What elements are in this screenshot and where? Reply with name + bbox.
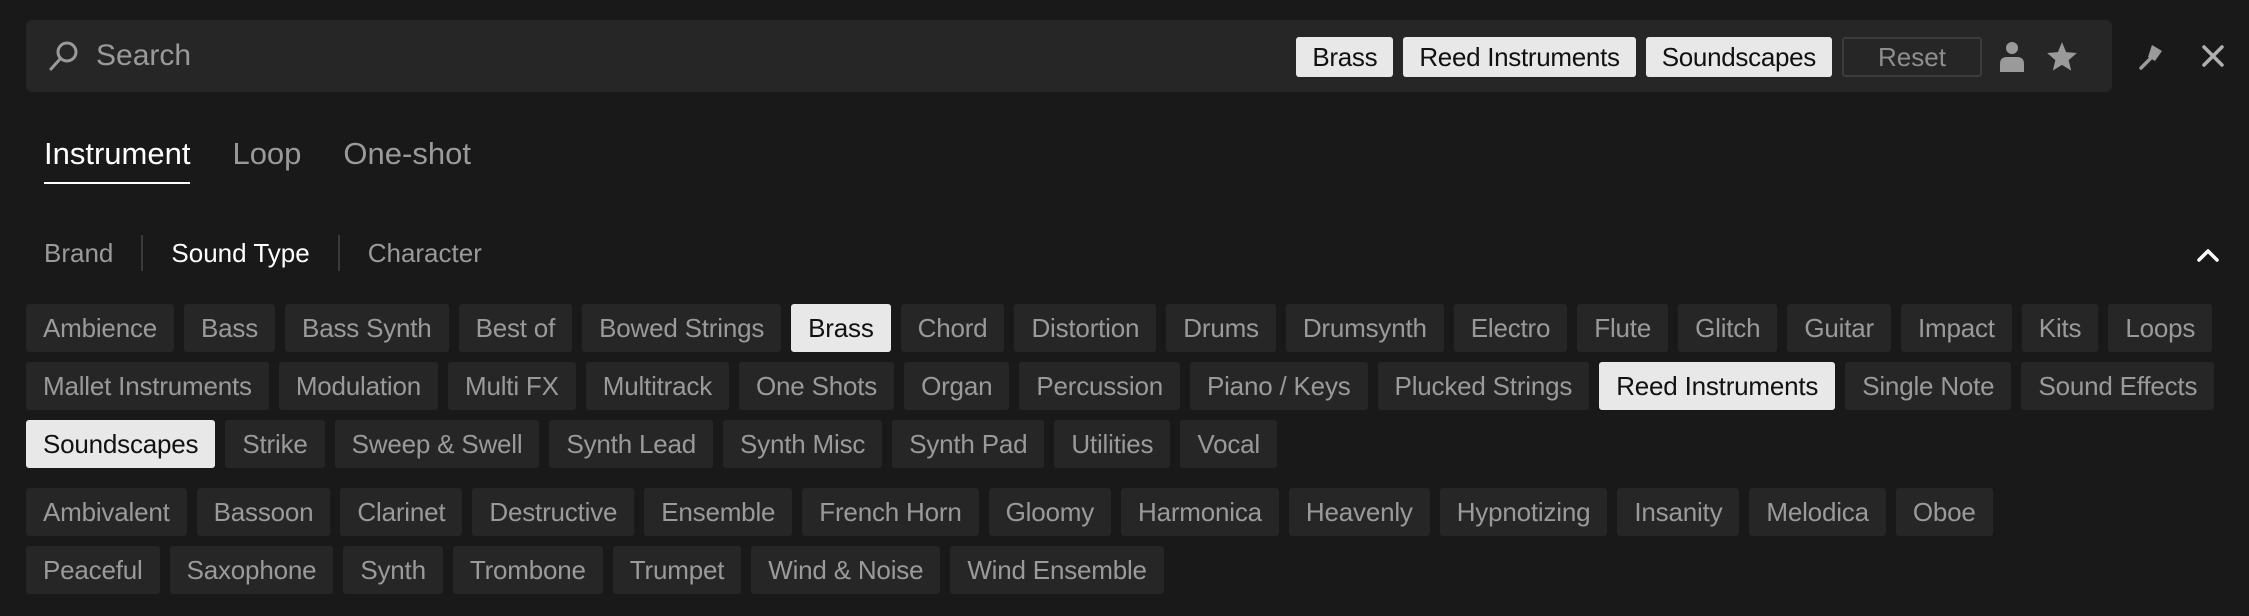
tag-modulation[interactable]: Modulation [278, 362, 439, 410]
tag-best-of[interactable]: Best of [458, 304, 573, 352]
active-filter-chip[interactable]: Reed Instruments [1403, 37, 1636, 77]
tag-clarinet[interactable]: Clarinet [340, 488, 463, 536]
tag-chord[interactable]: Chord [900, 304, 1005, 352]
content-type-tabs: Instrument Loop One-shot [44, 136, 471, 184]
tag-glitch[interactable]: Glitch [1678, 304, 1778, 352]
chevron-up-icon[interactable] [2193, 240, 2223, 270]
tag-ambivalent[interactable]: Ambivalent [26, 488, 187, 536]
tag-mallet-instruments[interactable]: Mallet Instruments [26, 362, 269, 410]
tag-sound-effects[interactable]: Sound Effects [2021, 362, 2215, 410]
active-filter-chip[interactable]: Soundscapes [1645, 37, 1832, 77]
tag-heavenly[interactable]: Heavenly [1288, 488, 1430, 536]
tag-synth-lead[interactable]: Synth Lead [549, 420, 714, 468]
tag-guitar[interactable]: Guitar [1787, 304, 1891, 352]
tag-impact[interactable]: Impact [1900, 304, 2012, 352]
tag-distortion[interactable]: Distortion [1014, 304, 1157, 352]
tag-synth[interactable]: Synth [343, 546, 443, 594]
tag-wind-ensemble[interactable]: Wind Ensemble [950, 546, 1164, 594]
tag-saxophone[interactable]: Saxophone [169, 546, 334, 594]
subtab-sound-type[interactable]: Sound Type [171, 238, 309, 269]
tag-oboe[interactable]: Oboe [1895, 488, 1993, 536]
active-filters: Brass Reed Instruments Soundscapes Reset [1296, 35, 2082, 79]
tag-multitrack[interactable]: Multitrack [585, 362, 730, 410]
close-icon[interactable] [2193, 36, 2233, 76]
subtab-brand[interactable]: Brand [44, 238, 113, 269]
divider [337, 235, 340, 271]
tag-loops[interactable]: Loops [2108, 304, 2213, 352]
tag-reed-instruments[interactable]: Reed Instruments [1599, 362, 1836, 410]
tag-drumsynth[interactable]: Drumsynth [1285, 304, 1444, 352]
tag-kits[interactable]: Kits [2021, 304, 2099, 352]
tag-synth-pad[interactable]: Synth Pad [892, 420, 1045, 468]
tag-insanity[interactable]: Insanity [1617, 488, 1740, 536]
tag-hypnotizing[interactable]: Hypnotizing [1439, 488, 1608, 536]
divider [141, 235, 144, 271]
tag-destructive[interactable]: Destructive [472, 488, 635, 536]
filter-category-tabs: Brand Sound Type Character [44, 234, 482, 272]
tag-single-note[interactable]: Single Note [1845, 362, 2012, 410]
tag-gloomy[interactable]: Gloomy [988, 488, 1111, 536]
tag-trumpet[interactable]: Trumpet [612, 546, 742, 594]
tab-loop[interactable]: Loop [232, 136, 301, 180]
star-icon[interactable] [2042, 37, 2082, 77]
reset-button[interactable]: Reset [1842, 37, 1982, 77]
tag-vocal[interactable]: Vocal [1180, 420, 1277, 468]
tag-bowed-strings[interactable]: Bowed Strings [582, 304, 782, 352]
tag-harmonica[interactable]: Harmonica [1121, 488, 1279, 536]
tag-utilities[interactable]: Utilities [1054, 420, 1171, 468]
tag-bass-synth[interactable]: Bass Synth [285, 304, 449, 352]
tab-instrument[interactable]: Instrument [44, 136, 191, 184]
user-icon[interactable] [1992, 37, 2032, 77]
tag-melodica[interactable]: Melodica [1749, 488, 1886, 536]
tag-trombone[interactable]: Trombone [452, 546, 603, 594]
active-filter-chip[interactable]: Brass [1296, 37, 1394, 77]
sound-type-tags: Ambience Bass Bass Synth Best of Bowed Strin… [26, 304, 2226, 468]
tab-one-shot[interactable]: One-shot [343, 136, 471, 180]
tag-soundscapes[interactable]: Soundscapes [26, 420, 216, 468]
tag-sweep-and-swell[interactable]: Sweep & Swell [334, 420, 540, 468]
tag-multi-fx[interactable]: Multi FX [448, 362, 576, 410]
tag-ensemble[interactable]: Ensemble [644, 488, 793, 536]
tag-percussion[interactable]: Percussion [1019, 362, 1180, 410]
tag-flute[interactable]: Flute [1577, 304, 1669, 352]
tag-bass[interactable]: Bass [184, 304, 276, 352]
tag-plucked-strings[interactable]: Plucked Strings [1377, 362, 1590, 410]
tag-organ[interactable]: Organ [904, 362, 1010, 410]
tag-one-shots[interactable]: One Shots [739, 362, 895, 410]
pin-icon[interactable] [2131, 36, 2171, 76]
search-bar: Brass Reed Instruments Soundscapes Reset [26, 20, 2112, 92]
tag-bassoon[interactable]: Bassoon [196, 488, 331, 536]
tag-wind-and-noise[interactable]: Wind & Noise [751, 546, 941, 594]
sub-type-tags: Ambivalent Bassoon Clarinet Destructive Ense… [26, 488, 2126, 594]
tag-french-horn[interactable]: French Horn [802, 488, 979, 536]
tag-brass[interactable]: Brass [791, 304, 891, 352]
tag-synth-misc[interactable]: Synth Misc [723, 420, 883, 468]
tag-ambience[interactable]: Ambience [26, 304, 175, 352]
subtab-character[interactable]: Character [368, 238, 482, 269]
tag-strike[interactable]: Strike [225, 420, 325, 468]
tag-drums[interactable]: Drums [1166, 304, 1276, 352]
search-input[interactable] [96, 34, 1196, 78]
tag-electro[interactable]: Electro [1453, 304, 1568, 352]
search-icon [46, 38, 82, 74]
window-controls [2131, 36, 2233, 76]
tag-piano-keys[interactable]: Piano / Keys [1189, 362, 1368, 410]
tag-peaceful[interactable]: Peaceful [26, 546, 160, 594]
